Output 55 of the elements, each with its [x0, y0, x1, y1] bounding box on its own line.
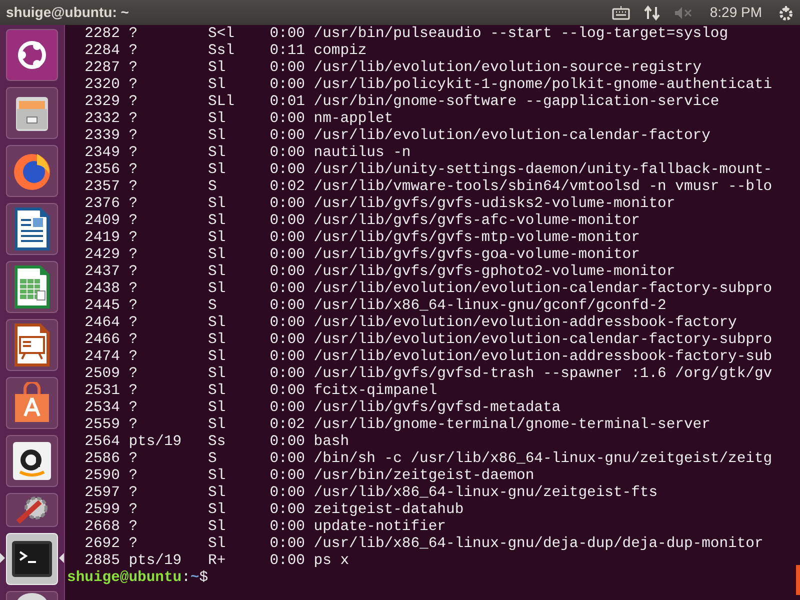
terminal-line: 2474 ? Sl 0:00 /usr/lib/evolution/evolution-addressbook-factory-sub — [84, 349, 772, 366]
terminal-line: 2419 ? Sl 0:00 /usr/lib/gvfs/gvfs-mtp-volume-monitor — [84, 230, 640, 247]
terminal-line: 2287 ? Sl 0:00 /usr/lib/evolution/evolution-source-registry — [84, 60, 702, 77]
clock-text[interactable]: 8:29 PM — [710, 2, 762, 23]
terminal-line: 2429 ? Sl 0:00 /usr/lib/gvfs/gvfs-goa-volume-monitor — [84, 247, 640, 264]
terminal-line: 2329 ? SLl 0:01 /usr/bin/gnome-software --gapplication-service — [84, 94, 720, 111]
terminal-line: 2590 ? Sl 0:00 /usr/bin/zeitgeist-daemon — [84, 468, 534, 485]
launcher-icon-button[interactable] — [6, 261, 58, 313]
spreadsheet-icon — [12, 265, 52, 309]
terminal-line: 2466 ? Sl 0:00 /usr/lib/evolution/evolution-calendar-factory-subpro — [84, 332, 772, 349]
launcher-icon-button[interactable] — [6, 87, 58, 139]
terminal-line: 2349 ? Sl 0:00 nautilus -n — [84, 145, 411, 162]
terminal-line: 2534 ? Sl 0:00 /usr/lib/gvfs/gvfsd-metadata — [84, 400, 561, 417]
terminal-line: 2284 ? Ssl 0:11 compiz — [84, 43, 367, 60]
terminal-line: 2320 ? Sl 0:00 /usr/lib/policykit-1-gnome/polkit-gnome-authenticati — [84, 77, 772, 94]
terminal-line: 2357 ? S 0:02 /usr/lib/vmware-tools/sbin64/vmtoolsd -n vmusr --blo — [84, 179, 772, 196]
launcher-icon-button[interactable] — [6, 435, 58, 487]
window-title: shuige@ubuntu: ~ — [6, 3, 129, 22]
terminal-line: 2668 ? Sl 0:00 update-notifier — [84, 519, 446, 536]
presentation-icon — [12, 323, 52, 367]
terminal-line: 2599 ? Sl 0:00 zeitgeist-datahub — [84, 502, 464, 519]
terminal-line: 2445 ? S 0:00 /usr/lib/x86_64-linux-gnu/gconf/gconfd-2 — [84, 298, 666, 315]
network-arrows-icon[interactable] — [644, 4, 660, 20]
terminal-line: 2339 ? Sl 0:00 /usr/lib/evolution/evolution-calendar-factory — [84, 128, 710, 145]
terminal-icon — [11, 540, 53, 578]
terminal-line: 2376 ? Sl 0:00 /usr/lib/gvfs/gvfs-udisks2-volume-monitor — [84, 196, 676, 213]
terminal-line: 2282 ? S<l 0:00 /usr/bin/pulseaudio --start --log-target=syslog — [84, 26, 728, 43]
launcher-icon-button[interactable] — [6, 377, 58, 429]
launcher-icon-button[interactable] — [6, 203, 58, 255]
power-gear-icon[interactable] — [778, 4, 794, 20]
scrollbar-thumb[interactable] — [796, 565, 800, 595]
prompt-path: ~ — [190, 570, 200, 587]
terminal-line: 2564 pts/19 Ss 0:00 bash — [84, 434, 350, 451]
terminal-line: 2531 ? Sl 0:00 fcitx-qimpanel — [84, 383, 438, 400]
terminal-line: 2409 ? Sl 0:00 /usr/lib/gvfs/gvfs-afc-volume-monitor — [84, 213, 640, 230]
terminal-line: 2356 ? Sl 0:00 /usr/lib/unity-settings-daemon/unity-fallback-mount- — [84, 162, 772, 179]
prompt-separator: : — [182, 570, 190, 587]
shopping-bag-icon — [12, 382, 52, 424]
keyboard-icon[interactable] — [612, 6, 630, 20]
prompt-symbol: $ — [199, 570, 208, 587]
terminal-line: 2597 ? Sl 0:00 /usr/lib/x86_64-linux-gnu/zeitgeist-fts — [84, 485, 658, 502]
launcher-icon-button[interactable] — [6, 591, 58, 600]
terminal-line: 2438 ? Sl 0:00 /usr/lib/evolution/evolution-calendar-factory-subpro — [84, 281, 772, 298]
terminal-line: 2332 ? Sl 0:00 nm-applet — [84, 111, 394, 128]
terminal-line: 2559 ? Sl 0:02 /usr/lib/gnome-terminal/gnome-terminal-server — [84, 417, 710, 434]
launcher-icon-button[interactable] — [6, 29, 58, 81]
terminal-line: 2586 ? S 0:00 /bin/sh -c /usr/lib/x86_64-linux-gnu/zeitgeist/zeitg — [84, 451, 772, 468]
terminal-line: 2437 ? Sl 0:00 /usr/lib/gvfs/gvfs-gphoto2-volume-monitor — [84, 264, 676, 281]
document-icon — [12, 207, 52, 251]
terminal-line: 2464 ? Sl 0:00 /usr/lib/evolution/evolution-addressbook-factory — [84, 315, 737, 332]
terminal-line: 2885 pts/19 R+ 0:00 ps x — [84, 553, 350, 570]
launcher-icon-button[interactable] — [6, 319, 58, 371]
terminal-line: 2692 ? Sl 0:00 /usr/lib/x86_64-linux-gnu/deja-dup/deja-dup-monitor — [84, 536, 764, 553]
prompt-user-host: shuige@ubuntu — [67, 570, 182, 587]
terminal-line: 2509 ? Sl 0:00 /usr/lib/gvfs/gvfsd-trash --spawner :1.6 /org/gtk/gv — [84, 366, 772, 383]
